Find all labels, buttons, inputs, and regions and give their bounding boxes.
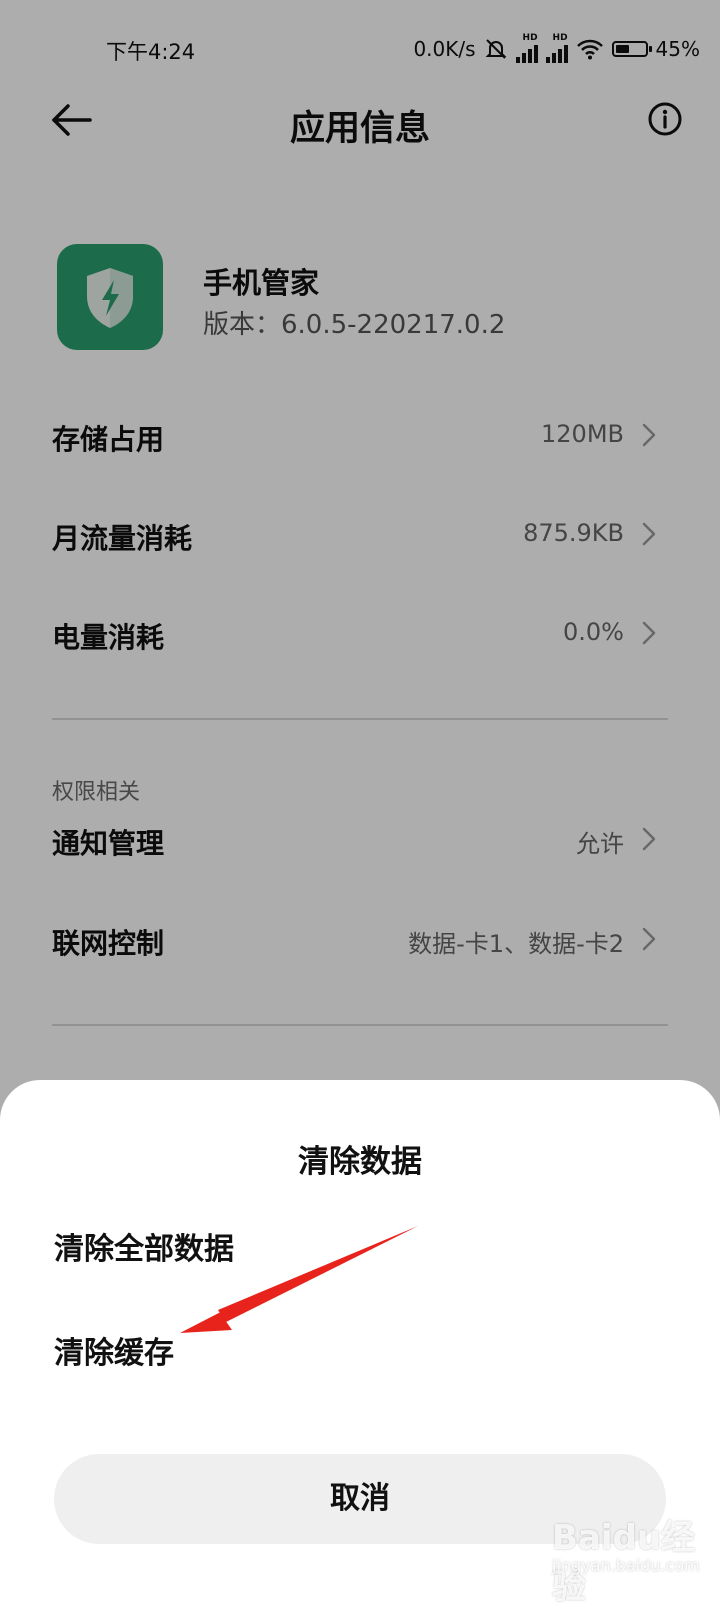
sheet-title: 清除数据 [298,1144,422,1180]
baidu-watermark: Baidu经验 jingyan.baidu.com [552,1510,712,1607]
clear-cache-option[interactable]: 清除缓存 [54,1328,174,1372]
watermark-url: jingyan.baidu.com [552,1556,700,1575]
clear-all-data-option[interactable]: 清除全部数据 [54,1224,234,1268]
